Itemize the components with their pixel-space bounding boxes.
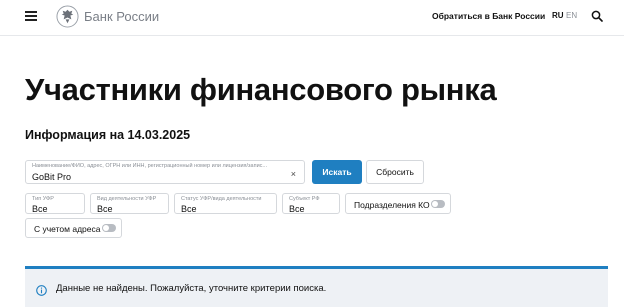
filter-status[interactable]: Статус УФР/вида деятельности Все [174,193,277,214]
brand-name[interactable]: Банк России [84,9,159,24]
page-title: Участники финансового рынка [25,72,497,107]
filter-value[interactable]: Все [97,204,113,214]
filter-label: Субъект РФ [289,196,320,202]
no-results-notice: Данные не найдены. Пожалуйста, уточните … [25,266,608,307]
toggle-ko-divisions[interactable]: Подразделения КО [345,193,451,214]
toggle-label: С учетом адреса [34,224,101,234]
info-date-heading: Информация на 14.03.2025 [25,128,191,142]
search-input-value[interactable]: GoBit Pro [32,172,71,182]
notice-text: Данные не найдены. Пожалуйста, уточните … [56,283,327,294]
header: Банк России Обратиться в Банк России RU … [0,0,624,36]
filter-label: Вид деятельности УФР [97,196,157,202]
search-input[interactable]: Наименование/ФИО, адрес, ОГРН или ИНН, р… [25,160,305,184]
filter-value[interactable]: Все [181,204,197,214]
toggle-switch[interactable] [102,224,116,232]
filter-value[interactable]: Все [32,204,48,214]
filter-region[interactable]: Субъект РФ Все [282,193,340,214]
filter-label: Статус УФР/вида деятельности [181,196,262,202]
lang-ru-link[interactable]: RU [552,11,564,20]
search-icon[interactable] [591,10,603,22]
eagle-logo-icon[interactable] [56,5,79,28]
contact-bank-link[interactable]: Обратиться в Банк России [432,11,545,21]
toggle-label: Подразделения КО [354,200,430,210]
clear-icon[interactable]: × [291,169,296,179]
toggle-switch[interactable] [431,200,445,208]
filter-activity-type[interactable]: Вид деятельности УФР Все [90,193,169,214]
reset-button[interactable]: Сбросить [366,160,424,184]
filter-value[interactable]: Все [289,204,305,214]
filter-label: Тип УФР [32,196,54,202]
lang-en-link[interactable]: EN [566,11,577,20]
search-input-label: Наименование/ФИО, адрес, ОГРН или ИНН, р… [32,163,268,169]
toggle-with-address[interactable]: С учетом адреса [25,218,122,238]
info-icon [36,285,47,296]
filter-ufr-type[interactable]: Тип УФР Все [25,193,85,214]
menu-icon[interactable] [25,11,37,21]
search-button[interactable]: Искать [312,160,362,184]
